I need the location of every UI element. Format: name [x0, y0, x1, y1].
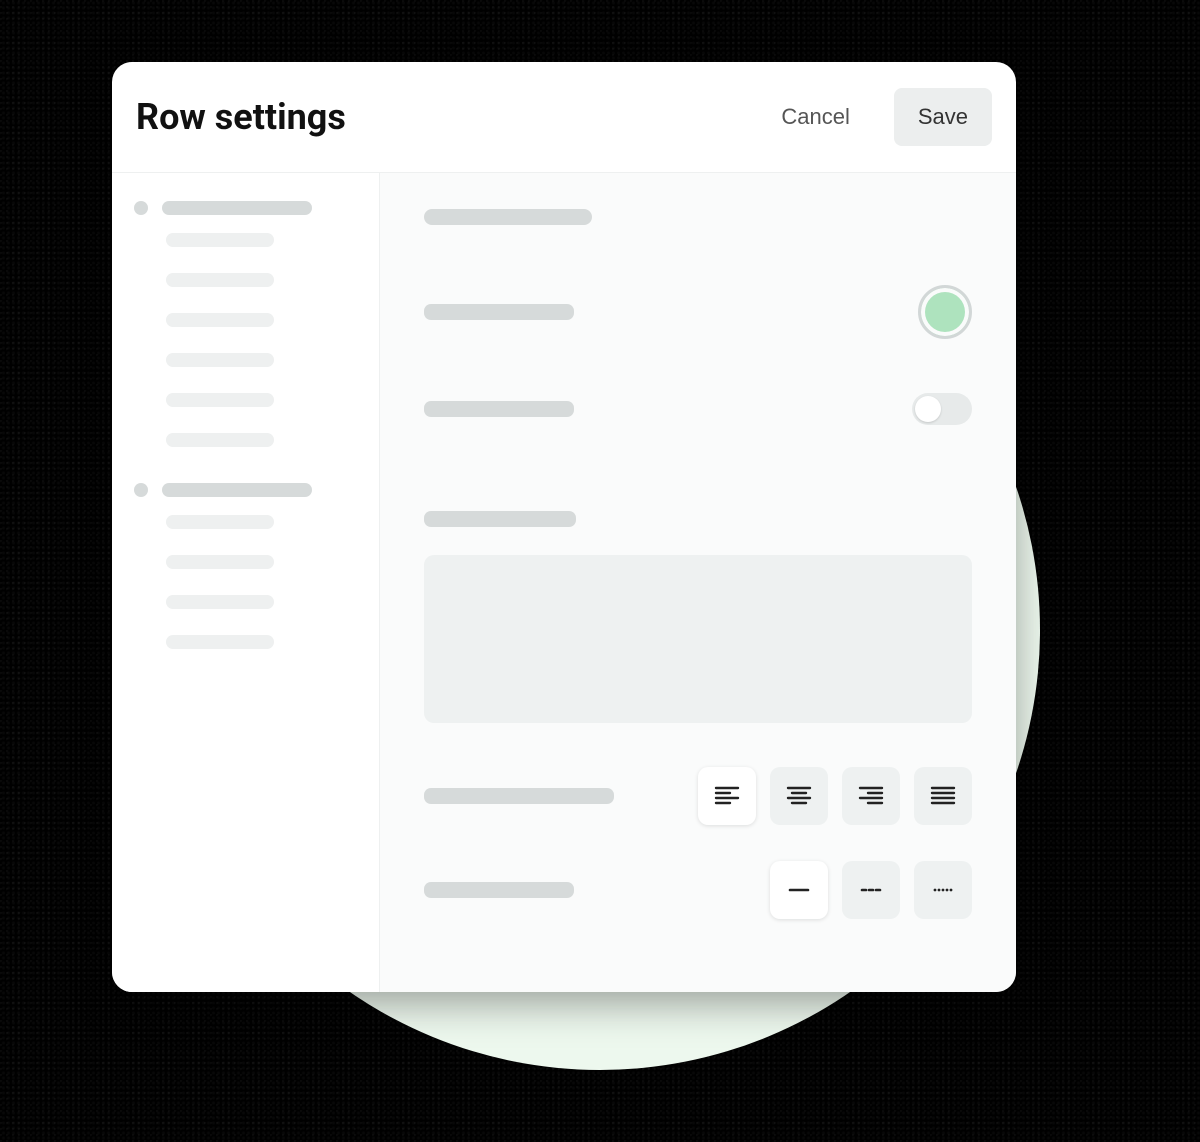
align-left-icon: [712, 781, 742, 811]
placeholder-label: [162, 483, 312, 497]
border-solid-icon: [784, 875, 814, 905]
modal-title: Row settings: [136, 96, 346, 138]
align-right-icon: [856, 781, 886, 811]
setting-row-color: [424, 285, 972, 339]
main-panel: [380, 173, 1016, 992]
align-left-button[interactable]: [698, 767, 756, 825]
sidebar-item[interactable]: [166, 433, 274, 447]
save-button[interactable]: Save: [894, 88, 992, 146]
sidebar-item[interactable]: [166, 515, 274, 529]
sidebar-item[interactable]: [166, 393, 274, 407]
header-actions: Cancel Save: [757, 88, 992, 146]
textarea-input[interactable]: [424, 555, 972, 723]
modal-body: [112, 173, 1016, 992]
setting-row-border: [424, 861, 972, 919]
setting-label-placeholder: [424, 788, 614, 804]
sidebar-section-heading[interactable]: [134, 201, 357, 215]
align-center-button[interactable]: [770, 767, 828, 825]
color-swatch[interactable]: [918, 285, 972, 339]
setting-row-alignment: [424, 767, 972, 825]
border-solid-button[interactable]: [770, 861, 828, 919]
align-right-button[interactable]: [842, 767, 900, 825]
bullet-icon: [134, 201, 148, 215]
align-justify-button[interactable]: [914, 767, 972, 825]
setting-label-placeholder: [424, 511, 576, 527]
toggle-switch[interactable]: [912, 393, 972, 425]
sidebar-item[interactable]: [166, 273, 274, 287]
border-dashed-button[interactable]: [842, 861, 900, 919]
sidebar: [112, 173, 380, 992]
border-dotted-icon: [928, 875, 958, 905]
sidebar-item[interactable]: [166, 555, 274, 569]
sidebar-section-items: [134, 515, 357, 649]
section-title-placeholder: [424, 209, 592, 225]
toggle-knob: [915, 396, 941, 422]
modal-header: Row settings Cancel Save: [112, 62, 1016, 173]
border-dotted-button[interactable]: [914, 861, 972, 919]
sidebar-item[interactable]: [166, 353, 274, 367]
sidebar-item[interactable]: [166, 635, 274, 649]
align-center-icon: [784, 781, 814, 811]
cancel-button[interactable]: Cancel: [757, 88, 873, 146]
border-style-options: [770, 861, 972, 919]
setting-row-toggle: [424, 393, 972, 425]
bullet-icon: [134, 483, 148, 497]
sidebar-section-heading[interactable]: [134, 483, 357, 497]
setting-label-placeholder: [424, 882, 574, 898]
alignment-options: [698, 767, 972, 825]
setting-label-placeholder: [424, 304, 574, 320]
settings-modal: Row settings Cancel Save: [112, 62, 1016, 992]
sidebar-section-items: [134, 233, 357, 447]
border-dashed-icon: [856, 875, 886, 905]
placeholder-label: [162, 201, 312, 215]
setting-label-placeholder: [424, 401, 574, 417]
align-justify-icon: [928, 781, 958, 811]
sidebar-item[interactable]: [166, 595, 274, 609]
sidebar-item[interactable]: [166, 233, 274, 247]
sidebar-item[interactable]: [166, 313, 274, 327]
